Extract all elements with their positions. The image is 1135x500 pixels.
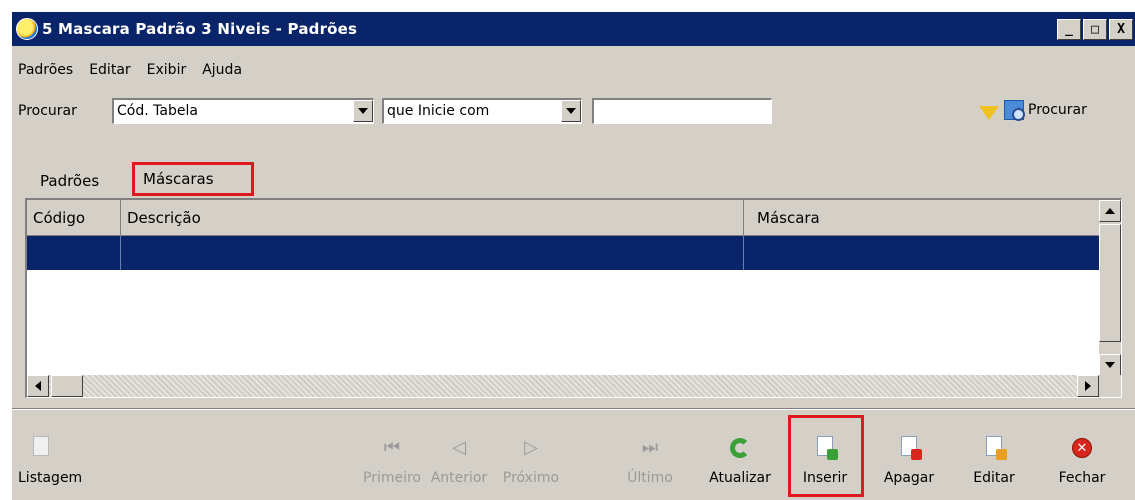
apagar-label: Apagar	[883, 470, 935, 486]
app-window: 5 Mascara Padrão 3 Niveis - Padrões _ □ …	[10, 10, 1135, 500]
proximo-button[interactable]: ▷ Próximo	[496, 422, 566, 492]
horizontal-scrollbar[interactable]	[27, 375, 1099, 397]
table-row[interactable]	[27, 236, 1099, 270]
search-field-value: Cód. Tabela	[117, 103, 198, 119]
last-record-icon: ⏭	[641, 437, 659, 458]
search-bar: Procurar Cód. Tabela que Inicie com Proc…	[12, 94, 1135, 128]
report-icon	[33, 436, 49, 456]
tab-mascaras[interactable]: Máscaras	[132, 162, 254, 196]
scroll-right-button[interactable]	[1077, 375, 1099, 397]
cell-divider	[743, 236, 744, 270]
search-operator-dropdown-button[interactable]	[561, 100, 581, 122]
scroll-left-button[interactable]	[27, 375, 49, 397]
horizontal-scroll-thumb[interactable]	[51, 375, 83, 397]
anterior-button[interactable]: ◁ Anterior	[424, 422, 494, 492]
search-icon	[1004, 100, 1025, 121]
app-icon	[16, 18, 38, 40]
window-title: 5 Mascara Padrão 3 Niveis - Padrões	[42, 20, 358, 38]
column-header-codigo[interactable]: Código	[33, 209, 85, 227]
listagem-button[interactable]: Listagem	[18, 422, 88, 492]
chevron-down-icon	[358, 108, 368, 114]
close-window-button[interactable]: X	[1109, 19, 1133, 40]
inserir-highlight-box	[788, 415, 864, 497]
atualizar-label: Atualizar	[709, 470, 771, 486]
previous-record-icon: ◁	[452, 437, 466, 458]
search-button-label: Procurar	[1028, 102, 1087, 118]
data-grid: Código Descrição Máscara	[25, 198, 1122, 398]
primeiro-button[interactable]: ⏮ Primeiro	[362, 422, 422, 492]
ultimo-button[interactable]: ⏭ Último	[620, 422, 680, 492]
vertical-scroll-thumb[interactable]	[1099, 224, 1121, 342]
edit-document-icon	[986, 436, 1007, 460]
vertical-scrollbar[interactable]	[1099, 200, 1121, 376]
search-operator-value: que Inicie com	[387, 103, 490, 119]
primeiro-label: Primeiro	[363, 470, 421, 486]
menu-editar[interactable]: Editar	[89, 62, 130, 78]
chevron-up-icon	[1105, 208, 1115, 214]
column-header-descricao[interactable]: Descrição	[127, 209, 201, 227]
scroll-up-button[interactable]	[1099, 200, 1121, 222]
atualizar-button[interactable]: Atualizar	[700, 422, 780, 492]
menu-ajuda[interactable]: Ajuda	[202, 62, 242, 78]
toolbar-divider	[12, 408, 1135, 410]
search-button[interactable]: Procurar	[1004, 100, 1087, 121]
fechar-label: Fechar	[1058, 470, 1106, 486]
search-operator-select[interactable]: que Inicie com	[382, 98, 582, 124]
delete-document-icon	[901, 436, 922, 460]
editar-label: Editar	[973, 470, 1015, 486]
filter-icon[interactable]	[979, 106, 999, 120]
apagar-button[interactable]: Apagar	[874, 422, 944, 492]
menu-exibir[interactable]: Exibir	[147, 62, 187, 78]
next-record-icon: ▷	[524, 437, 538, 458]
tab-padroes[interactable]: Padrões	[32, 166, 107, 196]
proximo-label: Próximo	[502, 470, 560, 486]
scroll-corner	[1099, 375, 1121, 397]
minimize-button[interactable]: _	[1057, 19, 1081, 40]
refresh-icon	[730, 438, 750, 458]
chevron-down-icon	[1105, 362, 1115, 368]
column-divider[interactable]	[120, 200, 121, 236]
bottom-toolbar: Listagem ⏮ Primeiro ◁ Anterior ▷ Próximo…	[12, 412, 1135, 500]
chevron-down-icon	[566, 108, 576, 114]
cell-divider	[120, 236, 121, 270]
search-label: Procurar	[18, 103, 77, 119]
column-divider[interactable]	[743, 200, 744, 236]
title-bar[interactable]: 5 Mascara Padrão 3 Niveis - Padrões _ □ …	[12, 12, 1135, 46]
scroll-down-button[interactable]	[1099, 354, 1121, 376]
chevron-right-icon	[1085, 381, 1091, 391]
editar-button[interactable]: Editar	[964, 422, 1024, 492]
search-input[interactable]	[592, 98, 772, 124]
listagem-label: Listagem	[18, 470, 83, 486]
menu-bar: Padrões Editar Exibir Ajuda	[12, 62, 242, 78]
search-field-dropdown-button[interactable]	[353, 100, 373, 122]
menu-padroes[interactable]: Padrões	[18, 62, 73, 78]
chevron-left-icon	[35, 381, 41, 391]
close-icon: ✕	[1072, 438, 1092, 458]
ultimo-label: Último	[627, 470, 673, 486]
grid-header: Código Descrição Máscara	[27, 200, 1099, 236]
anterior-label: Anterior	[430, 470, 488, 486]
search-field-select[interactable]: Cód. Tabela	[112, 98, 374, 124]
maximize-button[interactable]: □	[1083, 19, 1107, 40]
first-record-icon: ⏮	[383, 437, 401, 458]
fechar-button[interactable]: ✕ Fechar	[1052, 422, 1112, 492]
column-header-mascara[interactable]: Máscara	[757, 209, 820, 227]
window-controls: _ □ X	[1057, 19, 1133, 40]
